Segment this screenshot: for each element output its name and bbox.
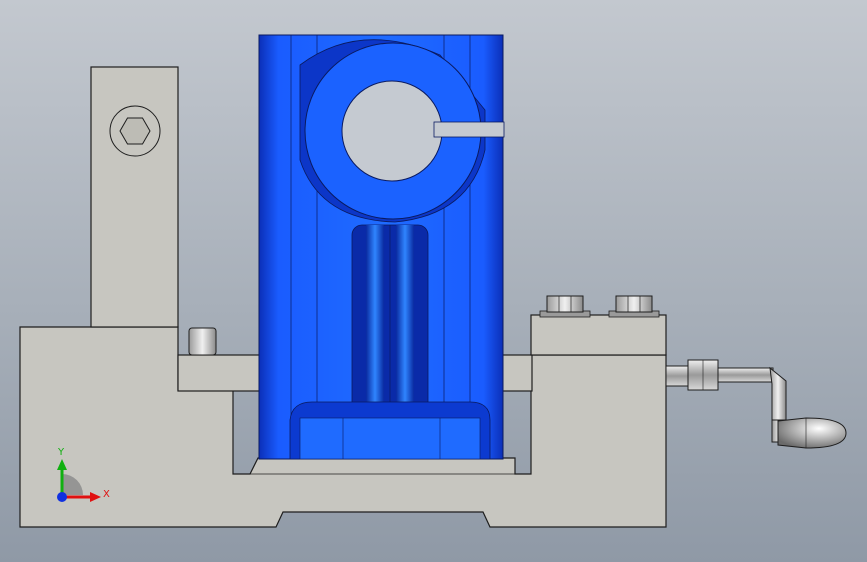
right-cap-block[interactable] xyxy=(530,314,667,356)
clamp-bore xyxy=(341,80,443,182)
axis-y-label: Y xyxy=(57,447,65,458)
locating-pin[interactable] xyxy=(188,327,217,356)
cad-viewport[interactable]: Y X xyxy=(0,0,867,562)
hex-bolt-right[interactable] xyxy=(608,295,660,318)
crank-knob[interactable] xyxy=(777,417,847,449)
crank-handle[interactable] xyxy=(665,359,847,449)
axis-x-label: X xyxy=(103,489,110,500)
hex-bolt-left[interactable] xyxy=(539,295,591,318)
clamp-body[interactable] xyxy=(258,34,505,460)
clamp-split-slot xyxy=(433,121,505,138)
model-view[interactable]: Y X xyxy=(0,0,867,562)
